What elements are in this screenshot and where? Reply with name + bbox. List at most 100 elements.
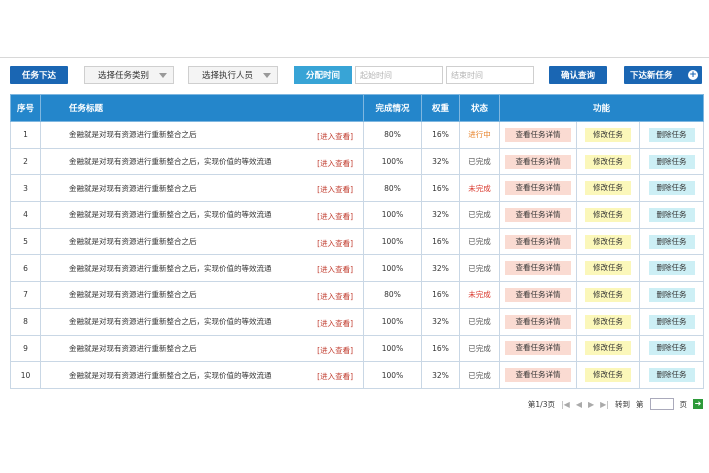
view-task-link[interactable]: [进入查看]: [317, 318, 353, 329]
chevron-down-icon: [159, 73, 167, 78]
edit-task-button[interactable]: 修改任务: [585, 154, 631, 169]
view-detail-button[interactable]: 查看任务详情: [505, 127, 571, 142]
edit-task-button[interactable]: 修改任务: [585, 234, 631, 249]
cell-completion: 100%: [363, 147, 422, 176]
start-time-input[interactable]: [355, 66, 443, 84]
cell-index: 4: [10, 201, 41, 229]
cell-detail: 查看任务详情: [499, 281, 577, 309]
edit-task-button[interactable]: 修改任务: [585, 368, 631, 383]
view-task-link[interactable]: [进入查看]: [317, 264, 353, 275]
cell-detail: 查看任务详情: [499, 174, 577, 203]
go-arrow-icon[interactable]: ➜: [693, 399, 703, 409]
cell-detail: 查看任务详情: [499, 254, 577, 283]
edit-task-button[interactable]: 修改任务: [585, 261, 631, 276]
cell-edit: 修改任务: [576, 227, 640, 256]
table-header-row: 序号 任务标题 完成情况 权重 状态 功能: [10, 94, 705, 122]
view-task-link[interactable]: [进入查看]: [317, 345, 353, 356]
edit-task-button[interactable]: 修改任务: [585, 181, 631, 196]
cell-completion: 80%: [363, 281, 422, 309]
table-row: 1 金融就是对现有资源进行重新整合之后 [进入查看] 80% 16% 进行中 查看任务详情修…: [10, 121, 705, 149]
delete-task-button[interactable]: 删除任务: [648, 314, 695, 329]
view-detail-button[interactable]: 查看任务详情: [505, 341, 571, 356]
header-index: 序号: [10, 94, 41, 122]
edit-task-button[interactable]: 修改任务: [585, 341, 631, 356]
cell-edit: 修改任务: [576, 361, 640, 389]
delete-task-button[interactable]: 删除任务: [648, 127, 695, 142]
status-badge: 已完成: [459, 307, 500, 336]
assign-time-button[interactable]: 分配时间: [294, 66, 352, 84]
cell-index: 2: [10, 147, 41, 176]
next-page-icon[interactable]: ▶: [588, 400, 594, 409]
cell-detail: 查看任务详情: [499, 147, 577, 176]
view-detail-button[interactable]: 查看任务详情: [505, 314, 571, 329]
status-badge: 已完成: [459, 227, 500, 256]
first-page-icon[interactable]: |◀: [561, 400, 570, 409]
task-table: 序号 任务标题 完成情况 权重 状态 功能 1 金融就是对现有资源进行重新整合之后…: [10, 94, 705, 389]
cell-delete: 删除任务: [638, 227, 705, 256]
task-type-select-label: 选择任务类别: [98, 71, 150, 81]
cell-index: 9: [10, 334, 41, 363]
delete-task-button[interactable]: 删除任务: [648, 207, 695, 222]
view-task-link[interactable]: [进入查看]: [317, 131, 353, 142]
cell-edit: 修改任务: [576, 334, 640, 363]
delete-task-button[interactable]: 删除任务: [648, 261, 695, 276]
delete-task-button[interactable]: 删除任务: [648, 154, 695, 169]
executor-select[interactable]: 选择执行人员: [188, 66, 278, 84]
confirm-query-button[interactable]: 确认查询: [549, 66, 607, 84]
view-detail-button[interactable]: 查看任务详情: [505, 234, 571, 249]
cell-edit: 修改任务: [576, 121, 640, 149]
end-time-input[interactable]: [446, 66, 534, 84]
delete-task-button[interactable]: 删除任务: [648, 287, 695, 302]
status-badge: 已完成: [459, 201, 500, 229]
view-task-link[interactable]: [进入查看]: [317, 211, 353, 222]
status-badge: 已完成: [459, 334, 500, 363]
task-title: 金融就是对现有资源进行重新整合之后，实现价值的等效流通: [69, 317, 272, 327]
cell-index: 1: [10, 121, 41, 149]
cell-weight: 32%: [421, 147, 460, 176]
view-detail-button[interactable]: 查看任务详情: [505, 207, 571, 222]
edit-task-button[interactable]: 修改任务: [585, 207, 631, 222]
table-row: 9 金融就是对现有资源进行重新整合之后 [进入查看] 100% 16% 已完成 查看任务详情…: [10, 334, 705, 363]
delete-task-button[interactable]: 删除任务: [648, 181, 695, 196]
task-title: 金融就是对现有资源进行重新整合之后: [69, 237, 197, 247]
last-page-icon[interactable]: ▶|: [600, 400, 609, 409]
view-detail-button[interactable]: 查看任务详情: [505, 261, 571, 276]
cell-edit: 修改任务: [576, 281, 640, 309]
cell-title: 金融就是对现有资源进行重新整合之后 [进入查看]: [40, 227, 364, 256]
task-title: 金融就是对现有资源进行重新整合之后: [69, 290, 197, 300]
edit-task-button[interactable]: 修改任务: [585, 127, 631, 142]
issue-task-button[interactable]: 任务下达: [10, 66, 68, 84]
delete-task-button[interactable]: 删除任务: [648, 234, 695, 249]
cell-weight: 16%: [421, 227, 460, 256]
edit-task-button[interactable]: 修改任务: [585, 314, 631, 329]
status-badge: 未完成: [459, 174, 500, 203]
view-task-link[interactable]: [进入查看]: [317, 184, 353, 195]
cell-title: 金融就是对现有资源进行重新整合之后，实现价值的等效流通 [进入查看]: [40, 361, 364, 389]
cell-weight: 32%: [421, 307, 460, 336]
edit-task-button[interactable]: 修改任务: [585, 287, 631, 302]
table-row: 8 金融就是对现有资源进行重新整合之后，实现价值的等效流通 [进入查看] 100% 32…: [10, 307, 705, 336]
cell-title: 金融就是对现有资源进行重新整合之后，实现价值的等效流通 [进入查看]: [40, 147, 364, 176]
cell-completion: 100%: [363, 334, 422, 363]
cell-title: 金融就是对现有资源进行重新整合之后，实现价值的等效流通 [进入查看]: [40, 254, 364, 283]
view-task-link[interactable]: [进入查看]: [317, 291, 353, 302]
view-detail-button[interactable]: 查看任务详情: [505, 154, 571, 169]
view-task-link[interactable]: [进入查看]: [317, 158, 353, 169]
task-title: 金融就是对现有资源进行重新整合之后: [69, 183, 197, 193]
cell-detail: 查看任务详情: [499, 227, 577, 256]
issue-new-task-button[interactable]: 下达新任务 +: [624, 66, 702, 84]
view-detail-button[interactable]: 查看任务详情: [505, 368, 571, 383]
goto-label: 转到: [615, 399, 630, 409]
view-task-link[interactable]: [进入查看]: [317, 238, 353, 249]
cell-title: 金融就是对现有资源进行重新整合之后 [进入查看]: [40, 121, 364, 149]
view-detail-button[interactable]: 查看任务详情: [505, 287, 571, 302]
view-detail-button[interactable]: 查看任务详情: [505, 181, 571, 196]
delete-task-button[interactable]: 删除任务: [648, 368, 695, 383]
view-task-link[interactable]: [进入查看]: [317, 371, 353, 382]
prev-page-icon[interactable]: ◀: [576, 400, 582, 409]
delete-task-button[interactable]: 删除任务: [648, 341, 695, 356]
top-divider: [0, 57, 709, 58]
cell-completion: 100%: [363, 307, 422, 336]
task-type-select[interactable]: 选择任务类别: [84, 66, 174, 84]
page-number-input[interactable]: [649, 398, 674, 410]
